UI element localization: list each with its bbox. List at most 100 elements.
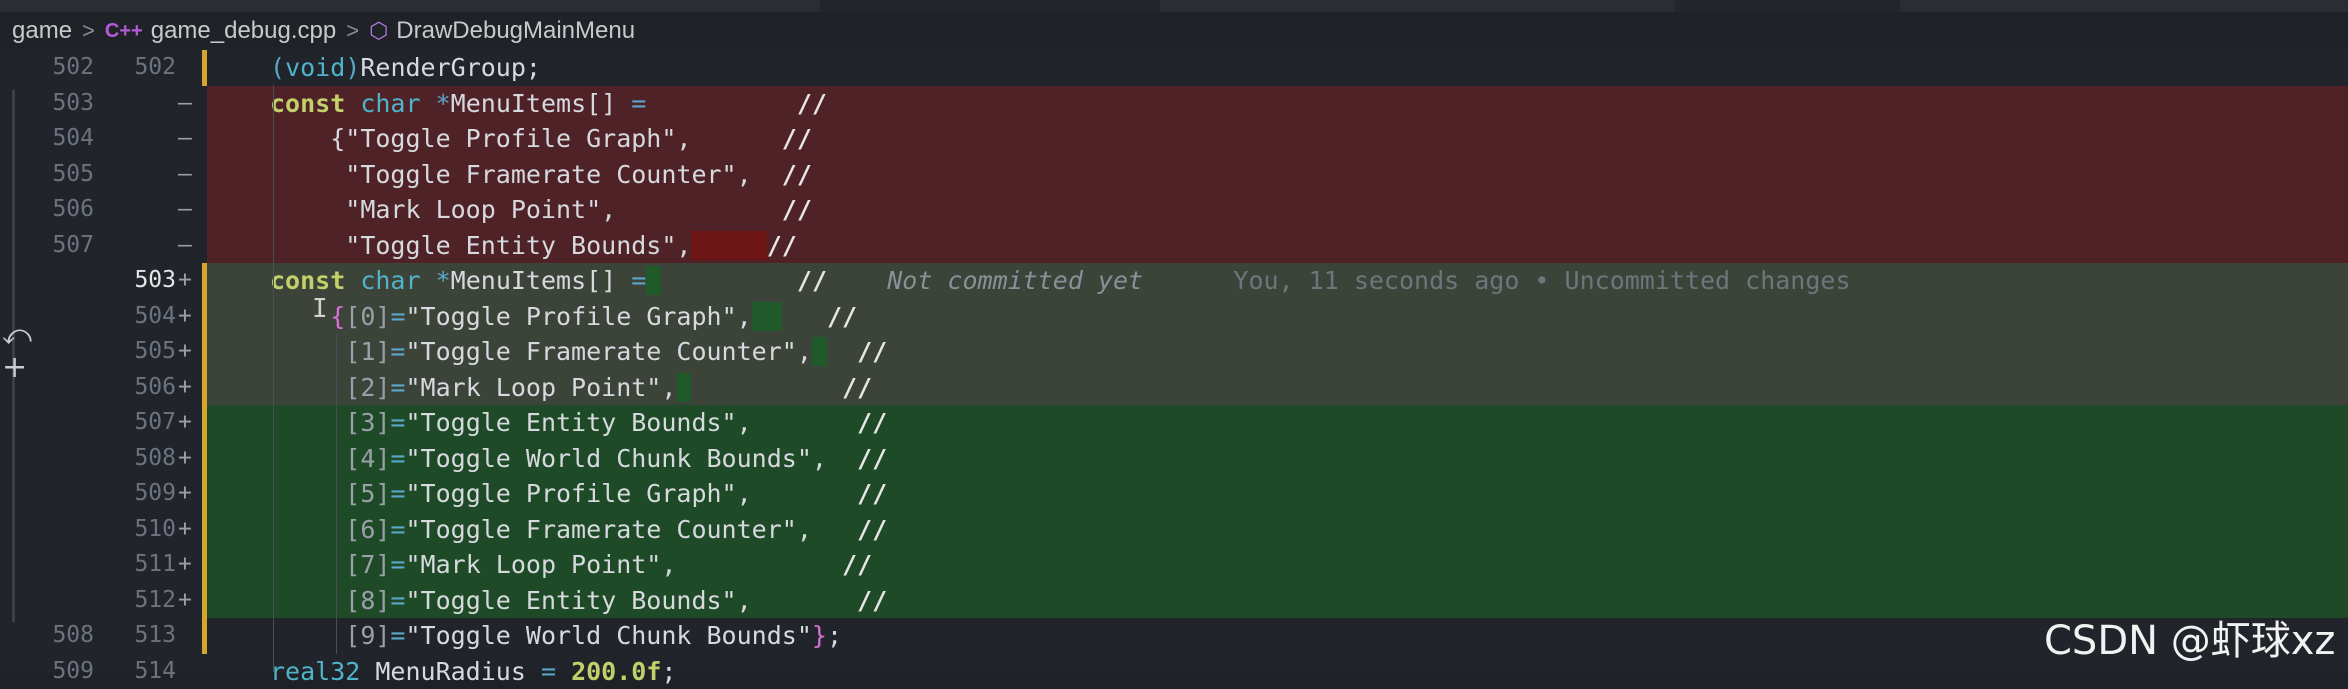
watermark: CSDN @虾球xz [2044, 608, 2335, 666]
new-line-number: 505 [104, 334, 176, 370]
new-line-number: 507 [104, 405, 176, 441]
added-sign: + [178, 512, 198, 548]
breadcrumb: game > C++ game_debug.cpp > ⬡ DrawDebugM… [0, 12, 2348, 50]
breadcrumb-item-symbol[interactable]: DrawDebugMainMenu [396, 17, 635, 45]
new-line-number: 509 [104, 476, 176, 512]
new-line-number: 510 [104, 512, 176, 548]
code-line: [3]="Toggle Entity Bounds", // [270, 405, 887, 441]
breadcrumb-item-file[interactable]: game_debug.cpp [151, 17, 336, 45]
modified-indicator[interactable] [202, 263, 207, 299]
added-sign: + [178, 547, 198, 583]
modified-indicator[interactable] [202, 618, 207, 654]
added-sign: + [178, 583, 198, 619]
diff-line-added[interactable]: 503 + const char *MenuItems[] = // Not c… [0, 263, 2348, 299]
blame-not-committed: Not committed yet [887, 266, 1143, 295]
added-sign: + [178, 441, 198, 477]
modified-indicator[interactable] [202, 441, 207, 477]
code-line: real32 MenuRadius = 200.0f; [270, 654, 676, 689]
diff-line-added[interactable]: 504 + {[0]="Toggle Profile Graph", // [0, 299, 2348, 335]
old-line-number: 505 [20, 157, 94, 193]
new-line-number: 502 [104, 50, 176, 86]
code-line: [6]="Toggle Framerate Counter", // [270, 512, 887, 548]
old-line-number: 509 [20, 654, 94, 689]
breadcrumb-separator: > [346, 18, 359, 44]
code-line: [4]="Toggle World Chunk Bounds", // [270, 441, 887, 477]
modified-indicator[interactable] [202, 50, 207, 86]
new-line-number: 512 [104, 583, 176, 619]
modified-indicator[interactable] [202, 370, 207, 406]
added-sign: + [178, 476, 198, 512]
old-line-number: 504 [20, 121, 94, 157]
diff-line-context[interactable]: 508 513 [9]="Toggle World Chunk Bounds"}… [0, 618, 2348, 654]
diff-line-added[interactable]: 509 + [5]="Toggle Profile Graph", // [0, 476, 2348, 512]
code-line: const char *MenuItems[] = // Not committ… [270, 263, 1851, 299]
modified-indicator[interactable] [202, 476, 207, 512]
code-line: [5]="Toggle Profile Graph", // [270, 476, 887, 512]
code-editor[interactable]: ⤺ + 502 502 (void)RenderGroup; 503 — con… [0, 50, 2348, 672]
tab-strip-segment[interactable] [1675, 0, 1900, 12]
removed-sign: — [178, 121, 198, 157]
added-sign: + [178, 370, 198, 406]
code-line: (void)RenderGroup; [270, 50, 541, 86]
code-line: const char *MenuItems[] = // [270, 86, 827, 122]
old-line-number: 507 [20, 228, 94, 264]
removed-sign: — [178, 157, 198, 193]
diff-line-removed[interactable]: 507 — "Toggle Entity Bounds", // [0, 228, 2348, 264]
code-line: "Toggle Framerate Counter", // [270, 157, 812, 193]
old-line-number: 503 [20, 86, 94, 122]
cpp-file-icon: C++ [105, 20, 143, 43]
tab-strip-segment[interactable] [820, 0, 1160, 12]
diff-line-removed[interactable]: 506 — "Mark Loop Point", // [0, 192, 2348, 228]
indent-guide [336, 334, 337, 654]
diff-line-context[interactable]: 509 514 real32 MenuRadius = 200.0f; [0, 654, 2348, 689]
modified-indicator[interactable] [202, 512, 207, 548]
old-line-number: 508 [20, 618, 94, 654]
modified-indicator[interactable] [202, 334, 207, 370]
new-line-number: 514 [104, 654, 176, 689]
added-sign: + [178, 334, 198, 370]
diff-line-context[interactable]: 502 502 (void)RenderGroup; [0, 50, 2348, 86]
code-line: [1]="Toggle Framerate Counter", // [270, 334, 887, 370]
method-cube-icon: ⬡ [369, 18, 388, 44]
diff-line-removed[interactable]: 503 — const char *MenuItems[] = // [0, 86, 2348, 122]
code-line: {"Toggle Profile Graph", // [270, 121, 812, 157]
added-sign: + [178, 263, 198, 299]
blame-annotation: You, 11 seconds ago • Uncommitted change… [1233, 266, 1850, 295]
diff-line-added[interactable]: 510 + [6]="Toggle Framerate Counter", // [0, 512, 2348, 548]
new-line-number: 503 [104, 263, 176, 299]
code-line: [2]="Mark Loop Point", // [270, 370, 872, 406]
added-sign: + [178, 299, 198, 335]
old-line-number: 502 [20, 50, 94, 86]
diff-line-added[interactable]: 505 + [1]="Toggle Framerate Counter", // [0, 334, 2348, 370]
modified-indicator[interactable] [202, 547, 207, 583]
modified-indicator[interactable] [202, 299, 207, 335]
modified-indicator[interactable] [202, 405, 207, 441]
code-line: [7]="Mark Loop Point", // [270, 547, 872, 583]
removed-sign: — [178, 228, 198, 264]
diff-line-added[interactable]: 512 + [8]="Toggle Entity Bounds", // [0, 583, 2348, 619]
new-line-number: 506 [104, 370, 176, 406]
old-line-number: 506 [20, 192, 94, 228]
diff-line-removed[interactable]: 504 — {"Toggle Profile Graph", // [0, 121, 2348, 157]
editor-tab-strip [0, 0, 2348, 12]
code-line: {[0]="Toggle Profile Graph", // [270, 299, 857, 335]
added-sign: + [178, 405, 198, 441]
diff-line-added[interactable]: 511 + [7]="Mark Loop Point", // [0, 547, 2348, 583]
new-line-number: 504 [104, 299, 176, 335]
code-line: "Toggle Entity Bounds", // [270, 228, 797, 264]
removed-sign: — [178, 86, 198, 122]
diff-line-added[interactable]: 506 + [2]="Mark Loop Point", // [0, 370, 2348, 406]
code-line: [8]="Toggle Entity Bounds", // [270, 583, 887, 619]
breadcrumb-item-folder[interactable]: game [12, 17, 72, 45]
text-cursor-icon: I [312, 294, 328, 324]
new-line-number: 511 [104, 547, 176, 583]
new-line-number: 508 [104, 441, 176, 477]
breadcrumb-separator: > [82, 18, 95, 44]
diff-line-added[interactable]: 507 + [3]="Toggle Entity Bounds", // [0, 405, 2348, 441]
diff-line-removed[interactable]: 505 — "Toggle Framerate Counter", // [0, 157, 2348, 193]
diff-line-added[interactable]: 508 + [4]="Toggle World Chunk Bounds", /… [0, 441, 2348, 477]
new-line-number: 513 [104, 618, 176, 654]
code-line: "Mark Loop Point", // [270, 192, 812, 228]
modified-indicator[interactable] [202, 583, 207, 619]
code-line: [9]="Toggle World Chunk Bounds"}; [270, 618, 842, 654]
